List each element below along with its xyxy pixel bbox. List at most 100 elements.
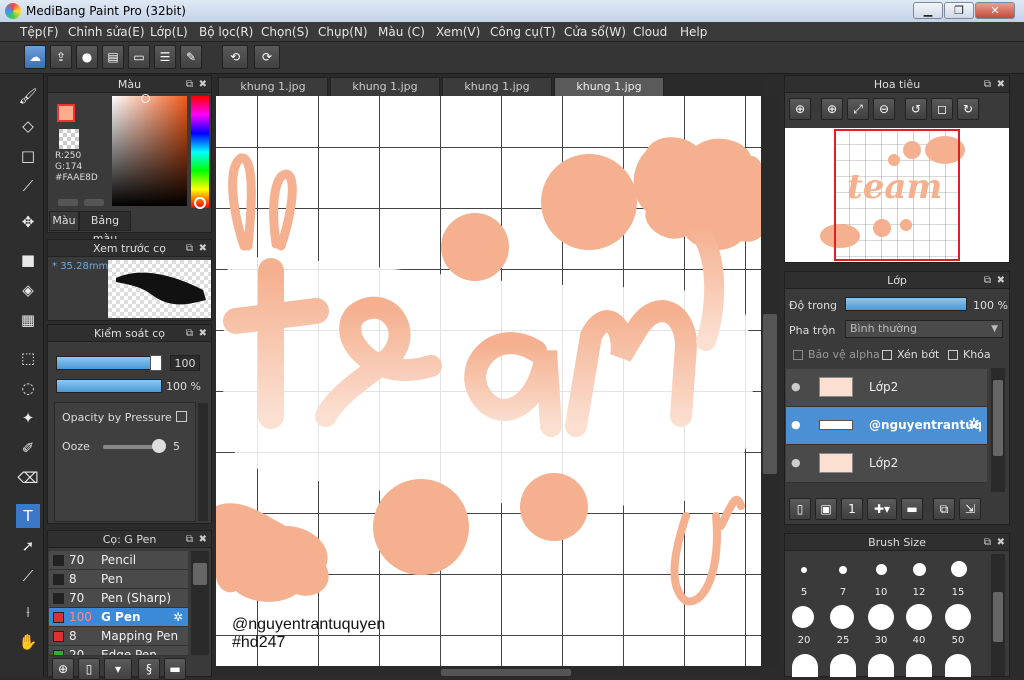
minimize-button[interactable]: ▁	[913, 2, 943, 19]
gradient-tool-icon[interactable]: ▦	[16, 308, 40, 332]
hue-slider[interactable]	[191, 96, 209, 208]
fill-rect-tool-icon[interactable]: ■	[16, 248, 40, 272]
layer-row[interactable]: ● Lớp2	[786, 445, 987, 483]
tab-khung-2[interactable]: khung 1.jpg	[330, 77, 440, 96]
new-1bit-layer-icon[interactable]: 1	[841, 498, 863, 520]
eraser-tool-icon[interactable]: ◇	[16, 114, 40, 138]
gear-icon[interactable]: ✲	[968, 416, 980, 432]
menu-edit[interactable]: Chỉnh sửa(E)	[68, 25, 145, 39]
magic-wand-tool-icon[interactable]: ✦	[16, 406, 40, 430]
menu-cloud[interactable]: Cloud	[633, 25, 667, 39]
upload-icon[interactable]: ⇪	[50, 45, 72, 69]
zoom-in-icon[interactable]: ⊕	[821, 98, 843, 120]
tab-khung-1[interactable]: khung 1.jpg	[218, 77, 328, 96]
new-layer-icon[interactable]: ▯	[789, 498, 811, 520]
menu-layer[interactable]: Lớp(L)	[150, 25, 188, 39]
size-25-dot[interactable]	[830, 605, 854, 629]
layer-row[interactable]: ● Lớp2	[786, 369, 987, 407]
duplicate-layer-icon[interactable]: ⧉	[933, 498, 955, 520]
cloud-icon[interactable]: ☁	[24, 45, 46, 69]
lock-checkbox[interactable]	[948, 350, 958, 360]
lasso-tool-icon[interactable]: ◌	[16, 376, 40, 400]
undo-icon[interactable]: ⟲	[222, 45, 248, 69]
size-40-dot[interactable]	[906, 604, 932, 630]
brush-item-pencil[interactable]: 70 Pencil	[49, 551, 188, 570]
size-12-dot[interactable]	[913, 563, 926, 576]
size-20-dot[interactable]	[792, 606, 814, 628]
add-layer-menu-icon[interactable]: ✚▾	[867, 498, 897, 520]
size-dot-large[interactable]	[830, 654, 856, 677]
close-icon[interactable]: ✖	[199, 531, 207, 548]
tab-khung-4[interactable]: khung 1.jpg	[554, 77, 664, 96]
protect-alpha-checkbox[interactable]	[793, 350, 803, 360]
eye-icon[interactable]: ●	[791, 380, 801, 393]
tab-color[interactable]: Màu	[49, 211, 79, 231]
clipping-checkbox[interactable]	[882, 350, 892, 360]
chat-icon[interactable]: ●	[76, 45, 98, 69]
size-dot-large[interactable]	[945, 654, 971, 677]
rectangle-tool-icon[interactable]: □	[16, 144, 40, 168]
gear-icon[interactable]: ✲	[173, 610, 183, 624]
menu-window[interactable]: Cửa sổ(W)	[564, 25, 626, 39]
select-eraser-tool-icon[interactable]: ⌫	[16, 466, 40, 490]
rotate-left-icon[interactable]: ↺	[905, 98, 927, 120]
brush-opacity-slider[interactable]	[56, 379, 162, 393]
comment-icon[interactable]: ▤	[102, 45, 124, 69]
move-tool-icon[interactable]: ✥	[16, 210, 40, 234]
size-dot-large[interactable]	[868, 654, 894, 677]
brush-item-mapping-pen[interactable]: 8 Mapping Pen	[49, 627, 188, 646]
close-icon[interactable]: ✖	[199, 76, 207, 93]
eye-icon[interactable]: ●	[791, 418, 801, 431]
menu-color[interactable]: Màu (C)	[378, 25, 425, 39]
actual-size-icon[interactable]: ◻	[931, 98, 953, 120]
eye-icon[interactable]: ●	[791, 456, 801, 469]
menu-select[interactable]: Chọn(S)	[261, 25, 309, 39]
color-mode-btn2[interactable]	[84, 199, 104, 206]
rotate-right-icon[interactable]: ↻	[957, 98, 979, 120]
size-dot-large[interactable]	[906, 654, 932, 677]
size-30-dot[interactable]	[868, 604, 894, 630]
opacity-pressure-checkbox[interactable]	[176, 411, 187, 422]
edit-list-icon[interactable]: ✎	[180, 45, 202, 69]
float-icon[interactable]: ⧉	[984, 534, 991, 551]
divide-tool-icon[interactable]: ⟋	[16, 564, 40, 588]
float-icon[interactable]: ⧉	[984, 272, 991, 289]
menu-view[interactable]: Xem(V)	[436, 25, 480, 39]
brush-item-pen-sharp[interactable]: 70 Pen (Sharp)	[49, 589, 188, 608]
list-icon[interactable]: ☰	[154, 45, 176, 69]
select-rect-tool-icon[interactable]: ⬚	[16, 346, 40, 370]
dot-tool-icon[interactable]: ⟋	[16, 174, 40, 198]
canvas-vscroll-thumb[interactable]	[763, 314, 777, 474]
size-dot-large[interactable]	[792, 654, 818, 677]
text-tool-icon[interactable]: T	[16, 504, 40, 528]
new-halftone-layer-icon[interactable]: ▣	[815, 498, 837, 520]
color-mode-btn[interactable]	[58, 199, 78, 206]
close-icon[interactable]: ✖	[199, 325, 207, 342]
float-icon[interactable]: ⧉	[984, 76, 991, 93]
folder-icon[interactable]: ▬	[901, 498, 923, 520]
fit-window-icon[interactable]: ⤢	[847, 98, 869, 120]
brush-tool-icon[interactable]: 🖌	[16, 84, 40, 108]
size-5-dot[interactable]	[801, 567, 807, 573]
float-icon[interactable]: ⧉	[186, 76, 193, 93]
menu-help[interactable]: Help	[680, 25, 707, 39]
menu-file[interactable]: Tệp(F)	[20, 25, 59, 39]
brush-size-slider[interactable]	[56, 356, 162, 370]
menu-capture[interactable]: Chụp(N)	[318, 25, 368, 39]
primary-color-swatch[interactable]	[57, 104, 75, 122]
tab-khung-3[interactable]: khung 1.jpg	[442, 77, 552, 96]
close-icon[interactable]: ✖	[997, 272, 1005, 289]
float-icon[interactable]: ⧉	[186, 240, 193, 257]
zoom-out-icon[interactable]: ⊖	[873, 98, 895, 120]
settings-scrollbar[interactable]	[198, 403, 208, 521]
size-50-dot[interactable]	[945, 604, 971, 630]
brush-list-scrollbar[interactable]	[191, 551, 209, 655]
canvas-vscroll[interactable]	[761, 96, 779, 668]
drawing-canvas[interactable]: @nguyentrantuquyen #hd247	[216, 96, 761, 666]
zoom-fit-icon[interactable]: ⊕	[789, 98, 811, 120]
ooze-handle[interactable]	[152, 439, 166, 453]
size-7-dot[interactable]	[839, 566, 847, 574]
operation-tool-icon[interactable]: ➚	[16, 534, 40, 558]
maximize-button[interactable]: ❐	[944, 2, 974, 19]
menu-filter[interactable]: Bộ lọc(R)	[199, 25, 253, 39]
